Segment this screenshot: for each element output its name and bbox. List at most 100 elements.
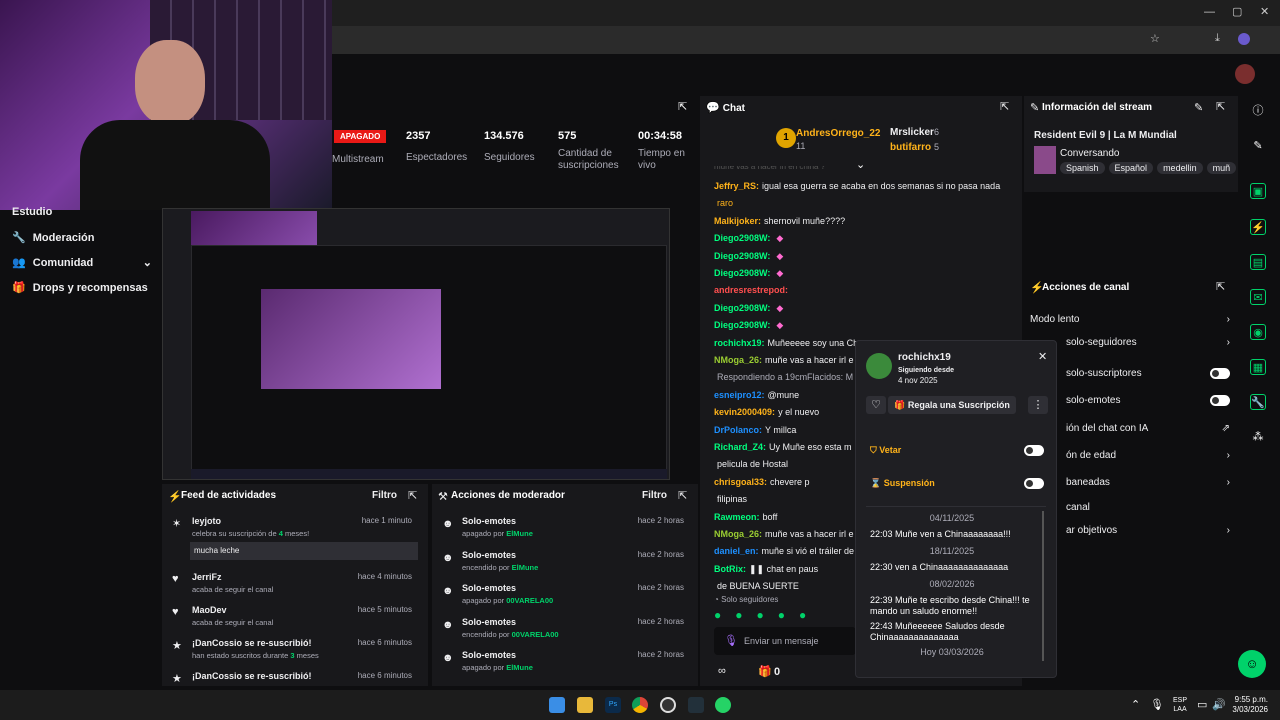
popout-icon[interactable]: ⇱ [1000, 100, 1009, 113]
action-followers-only[interactable]: solo-seguidores › [1066, 337, 1230, 348]
chat-message[interactable]: Diego2908W: ◆ [700, 250, 860, 263]
action-ai-moderation[interactable]: ión del chat con IA ⇗ [1066, 423, 1230, 434]
sidebar-item-studio[interactable]: Estudio [12, 206, 52, 218]
chat-message[interactable]: raro [700, 197, 1010, 210]
chrome-icon[interactable] [632, 697, 648, 713]
chat-username[interactable]: Diego2908W: [714, 320, 770, 330]
avatar[interactable] [1235, 64, 1255, 84]
chat-message[interactable]: NMoga_26: muñe vas a hacer irl e [700, 354, 860, 367]
chat-message[interactable]: andresrestrepod: [700, 284, 860, 297]
whatsapp-icon[interactable] [715, 697, 731, 713]
chat-username[interactable]: Diego2908W: [714, 268, 770, 278]
chat-message[interactable]: chrisgoal33: chevere p [700, 476, 860, 489]
chat-message[interactable]: Respondiendo a 19cmFlacidos: M [700, 371, 860, 384]
mod-action-by[interactable]: ElMune [506, 663, 533, 672]
video-preview[interactable] [162, 208, 670, 480]
gift-sub-button[interactable]: 🎁 Regala una Suscripción [888, 396, 1016, 414]
mod-action-item[interactable]: ☻ Solo-emotes hace 2 horas apagado por ElMu… [432, 512, 694, 545]
popout-icon[interactable]: ⇱ [408, 489, 417, 502]
clock[interactable]: 9:55 p.m. 3/03/2026 [1228, 695, 1268, 715]
chat-username[interactable]: NMoga_26: [714, 355, 762, 365]
gift-icon[interactable]: 🎁 [758, 665, 772, 678]
popout-icon[interactable]: ⇱ [678, 100, 687, 113]
edit-icon[interactable]: ✎ [1194, 101, 1203, 114]
streamdeck-icon[interactable] [688, 697, 704, 713]
broadcast-icon[interactable]: ◉ [1250, 324, 1266, 340]
feed-item[interactable]: ♥ MaoDev hace 5 minutos acaba de seguir el … [162, 601, 420, 634]
subs-only-toggle[interactable] [1210, 368, 1230, 379]
sidebar-item-moderation[interactable]: 🔧 Moderación [12, 231, 95, 244]
maximize-icon[interactable]: ▢ [1232, 5, 1242, 18]
mod-action-item[interactable]: ☻ Solo-emotes hace 2 horas apagado por ElMu… [432, 646, 694, 679]
chat-username[interactable]: chrisgoal33: [714, 477, 767, 487]
action-age-gate[interactable]: ón de edad › [1066, 450, 1230, 461]
chat-message[interactable]: Richard_Z4: Uy Muñe eso esta m [700, 441, 860, 454]
action-slow-mode[interactable]: Modo lento › [1030, 314, 1230, 325]
mod-action-item[interactable]: ☻ Solo-emotes hace 2 horas encendido por El… [432, 546, 694, 579]
chat-scroll-indicator[interactable]: ⌄ [856, 158, 865, 171]
emote-bar[interactable]: ●●●●● [714, 608, 854, 624]
chat-message[interactable]: Diego2908W: ◆ [700, 232, 860, 245]
chevron-up-icon[interactable]: ⌃ [1131, 698, 1140, 711]
popout-icon[interactable]: ⇱ [1216, 100, 1225, 113]
chat-message[interactable]: Diego2908W: ◆ [700, 267, 860, 280]
chat-username[interactable]: rochichx19: [714, 338, 765, 348]
chat-message[interactable]: BotRix: ❚❚ chat en paus [700, 563, 860, 576]
volume-icon[interactable]: 🔊 [1212, 698, 1226, 711]
popout-icon[interactable]: ⇱ [1216, 280, 1225, 293]
chat-message[interactable]: rochichx19: Muñeeeee soy una Ch [700, 337, 860, 350]
chat-username[interactable]: daniel_en: [714, 546, 759, 556]
heart-button[interactable]: ♡ [866, 396, 886, 414]
points-icon[interactable]: ∞ [718, 665, 726, 677]
chat-message[interactable]: filipinas [700, 493, 860, 506]
chat-username[interactable]: Richard_Z4: [714, 442, 766, 452]
chat-message[interactable]: NMoga_26: muñe vas a hacer irl e [700, 528, 860, 541]
document-icon[interactable]: ▤ [1250, 254, 1266, 270]
mod-action-by[interactable]: ElMune [506, 529, 533, 538]
mod-action-by[interactable]: ElMune [512, 563, 539, 572]
action-channel[interactable]: canal [1066, 502, 1230, 513]
profile-icon[interactable] [1238, 33, 1250, 45]
chat-message[interactable]: daniel_en: muñe si vió el tráiler de [700, 545, 860, 558]
minimize-icon[interactable]: — [1204, 6, 1215, 18]
mic-icon[interactable]: 🎙 [1150, 698, 1164, 711]
lightning-icon[interactable]: ⚡ [1250, 219, 1266, 235]
pencil-icon[interactable]: ✎ [1250, 138, 1266, 154]
chat-message[interactable]: esneipro12: @mune [700, 389, 860, 402]
emotes-only-toggle[interactable] [1210, 395, 1230, 406]
chat-message[interactable]: Diego2908W: ◆ [700, 302, 860, 315]
chat-input[interactable]: 🎙 Enviar un mensaje [714, 627, 856, 655]
popout-icon[interactable]: ⇱ [678, 489, 687, 502]
mod-action-item[interactable]: ☻ Solo-emotes hace 2 horas encendido por 00… [432, 613, 694, 646]
chat-username[interactable]: Diego2908W: [714, 303, 770, 313]
suspend-toggle[interactable] [1024, 478, 1044, 489]
sidebar-item-community[interactable]: 👥 Comunidad ⌄ [12, 256, 152, 269]
folder-icon[interactable] [577, 697, 593, 713]
star-icon[interactable]: ☆ [1150, 32, 1160, 45]
chat-message[interactable]: Jeffry_RS: igual esa guerra se acaba en d… [700, 180, 1010, 193]
chat-message[interactable]: DrPolanco: Y millca [700, 424, 860, 437]
close-icon[interactable]: ✕ [1038, 350, 1047, 363]
tag-chip[interactable]: medellin [1157, 162, 1203, 174]
chat-username[interactable]: Jeffry_RS: [714, 181, 759, 191]
download-icon[interactable]: ⤓ [1215, 32, 1220, 45]
layout-icon[interactable]: ▦ [1250, 359, 1266, 375]
category-name[interactable]: Conversando [1060, 148, 1119, 159]
chat-username[interactable]: DrPolanco: [714, 425, 762, 435]
action-goals[interactable]: ar objetivos › [1066, 525, 1230, 536]
feed-item[interactable]: ★ ¡DanCossio se re-suscribió! hace 6 minut… [162, 634, 420, 667]
nodes-icon[interactable]: ⁂ [1250, 429, 1266, 445]
history-scrollbar[interactable] [1042, 511, 1044, 661]
feed-item[interactable]: ♥ JerriFz hace 4 minutos acaba de seguir el… [162, 568, 420, 601]
lang-indicator[interactable]: ESP LAA [1173, 696, 1187, 714]
suspend-row[interactable]: ⌛ Suspensión [870, 478, 1044, 489]
ban-toggle[interactable] [1024, 445, 1044, 456]
chat-username[interactable]: Rawmeon: [714, 512, 760, 522]
wrench-icon[interactable]: 🔧 [1250, 394, 1266, 410]
photoshop-icon[interactable]: Ps [605, 697, 621, 713]
display-icon[interactable]: ▭ [1197, 698, 1207, 711]
user-name[interactable]: rochichx19 [898, 352, 951, 363]
chat-message[interactable]: pelicula de Hostal [700, 458, 860, 471]
chat-message[interactable]: de BUENA SUERTE [700, 580, 860, 593]
chat-username[interactable]: NMoga_26: [714, 529, 762, 539]
